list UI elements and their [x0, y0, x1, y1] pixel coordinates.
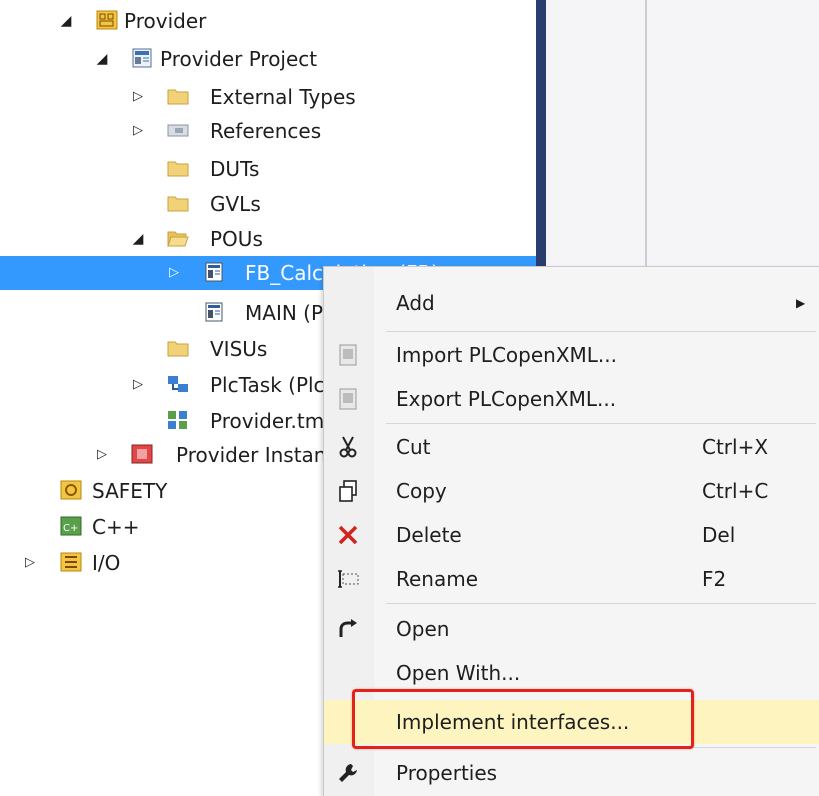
program-icon — [205, 302, 223, 322]
expand-arrow-icon[interactable]: ▷ — [128, 80, 148, 114]
expand-arrow-icon[interactable]: ▷ — [20, 546, 40, 580]
tree-item-gvls[interactable]: GVLs — [0, 187, 536, 221]
tree-item-provider[interactable]: ◢ Provider — [0, 4, 536, 38]
rename-icon — [338, 570, 359, 588]
menu-item-label: Open — [396, 617, 450, 641]
tree-item-pous[interactable]: ◢ POUs — [0, 222, 536, 256]
cpp-icon: C+ — [60, 516, 82, 536]
menu-item-shortcut: Ctrl+C — [702, 479, 769, 503]
import-xml-icon — [339, 344, 357, 366]
tree-item-label: C++ — [92, 515, 140, 539]
menu-item-label: Cut — [396, 435, 431, 459]
menu-item-shortcut: Ctrl+X — [702, 435, 769, 459]
tree-item-label: External Types — [210, 85, 356, 109]
menu-item-label: Rename — [396, 567, 479, 591]
tree-item-label: VISUs — [210, 337, 268, 361]
tree-item-label: Provider.tmc — [210, 409, 336, 433]
safety-icon — [60, 480, 82, 500]
folder-icon — [167, 196, 189, 212]
instance-icon — [131, 444, 153, 464]
menu-item-rename[interactable]: Rename F2 — [324, 557, 819, 601]
collapse-arrow-icon[interactable]: ◢ — [128, 222, 148, 256]
menu-item-open[interactable]: Open — [324, 607, 819, 651]
menu-separator — [386, 423, 816, 424]
menu-item-copy[interactable]: Copy Ctrl+C — [324, 469, 819, 513]
menu-item-add[interactable]: Add ▶ — [324, 281, 819, 325]
tree-item-label: DUTs — [210, 157, 260, 181]
expand-arrow-icon[interactable]: ▷ — [128, 368, 148, 402]
task-icon — [168, 376, 188, 392]
references-icon — [167, 124, 189, 137]
wrench-icon — [339, 764, 357, 782]
expand-arrow-icon[interactable]: ▷ — [128, 114, 148, 148]
tree-item-label: SAFETY — [92, 479, 168, 503]
menu-item-label: Delete — [396, 523, 462, 547]
folder-icon — [167, 89, 189, 105]
tree-item-label: Provider — [124, 9, 207, 33]
menu-item-shortcut: F2 — [702, 567, 727, 591]
scissors-icon — [339, 436, 357, 458]
io-icon — [60, 552, 82, 572]
folder-open-icon — [167, 231, 189, 247]
plc-project-icon — [132, 48, 152, 68]
menu-item-label: Add — [396, 291, 435, 315]
folder-icon — [167, 161, 189, 177]
collapse-arrow-icon[interactable]: ◢ — [56, 4, 76, 38]
svg-text:C+: C+ — [63, 523, 78, 534]
open-icon — [339, 619, 357, 637]
tree-item-provider-project[interactable]: ◢ Provider Project — [0, 42, 536, 76]
collapse-arrow-icon[interactable]: ◢ — [92, 42, 112, 76]
tree-item-duts[interactable]: DUTs — [0, 152, 536, 186]
tree-item-references[interactable]: ▷ References — [0, 114, 536, 148]
function-block-icon — [205, 262, 223, 282]
tree-item-label: POUs — [210, 227, 263, 251]
callout-highlight-box — [352, 689, 694, 749]
menu-item-cut[interactable]: Cut Ctrl+X — [324, 425, 819, 469]
tree-item-label: Provider Project — [160, 47, 318, 71]
tree-item-label: GVLs — [210, 192, 261, 216]
tree-item-external-types[interactable]: ▷ External Types — [0, 80, 536, 114]
copy-icon — [339, 480, 357, 502]
menu-separator — [386, 603, 816, 604]
submenu-arrow-icon: ▶ — [796, 296, 806, 310]
tmc-file-icon — [168, 411, 187, 429]
menu-item-import-plcopenxml[interactable]: Import PLCopenXML... — [324, 333, 819, 377]
export-xml-icon — [339, 388, 357, 410]
menu-item-shortcut: Del — [702, 523, 736, 547]
expand-arrow-icon[interactable]: ▷ — [92, 438, 112, 472]
folder-icon — [167, 341, 189, 357]
delete-icon — [338, 525, 358, 545]
menu-item-label: Import PLCopenXML... — [396, 343, 617, 367]
menu-item-delete[interactable]: Delete Del — [324, 513, 819, 557]
menu-item-label: Export PLCopenXML... — [396, 387, 617, 411]
provider-project-icon — [96, 10, 118, 30]
menu-item-label: Properties — [396, 761, 498, 785]
menu-item-label: Copy — [396, 479, 447, 503]
menu-separator — [386, 331, 816, 332]
menu-item-export-plcopenxml[interactable]: Export PLCopenXML... — [324, 377, 819, 421]
menu-item-properties[interactable]: Properties — [324, 751, 819, 795]
tree-item-label: I/O — [92, 551, 121, 575]
tree-item-label: References — [210, 119, 322, 143]
expand-arrow-icon[interactable]: ▷ — [164, 256, 184, 290]
